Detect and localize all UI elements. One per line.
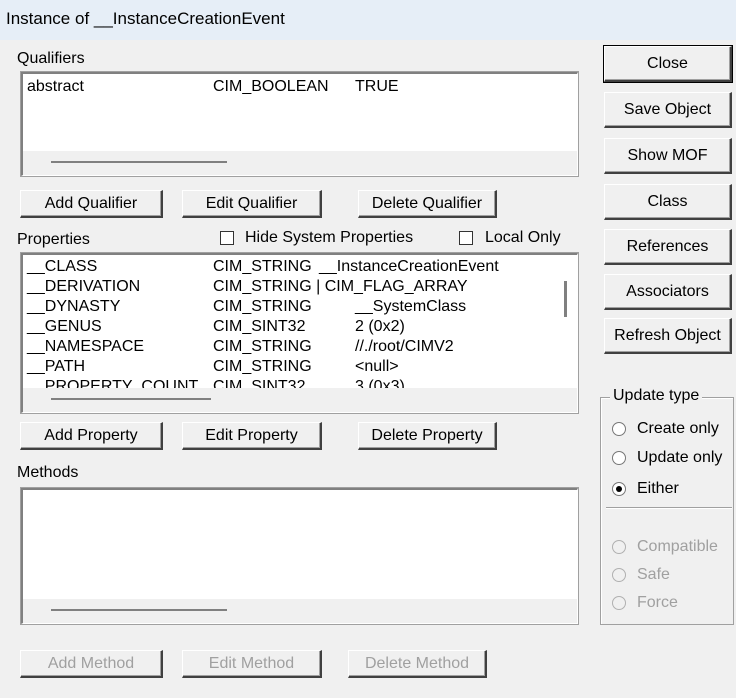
title-bar: Instance of __InstanceCreationEvent: [0, 0, 736, 40]
methods-label: Methods: [17, 464, 79, 481]
properties-hscrollbar[interactable]: [23, 388, 577, 412]
scrollbar-thumb[interactable]: [51, 398, 211, 400]
property-value: //./root/CIMV2: [355, 338, 454, 355]
edit-qualifier-button[interactable]: Edit Qualifier: [182, 190, 322, 218]
class-button[interactable]: Class: [604, 184, 732, 220]
edit-property-button[interactable]: Edit Property: [182, 422, 322, 450]
associators-button[interactable]: Associators: [604, 274, 732, 310]
close-button[interactable]: Close: [603, 45, 733, 83]
properties-list[interactable]: __CLASS CIM_STRING __InstanceCreationEve…: [20, 252, 579, 414]
property-name: __DERIVATION: [27, 278, 141, 295]
create-only-label: Create only: [637, 420, 719, 437]
property-type: CIM_STRING | CIM_FLAG_ARRAY: [213, 278, 468, 295]
properties-label: Properties: [17, 231, 90, 248]
property-name: __NAMESPACE: [27, 338, 145, 355]
property-value: __SystemClass: [355, 298, 467, 315]
update-type-label: Update type: [610, 387, 703, 405]
property-type: CIM_STRING: [213, 298, 312, 315]
show-mof-button[interactable]: Show MOF: [604, 138, 732, 174]
methods-hscrollbar[interactable]: [23, 599, 577, 623]
property-value: 2 (0x2): [355, 318, 405, 335]
update-type-divider: [606, 507, 732, 509]
safe-label: Safe: [637, 566, 670, 583]
property-value: __InstanceCreationEvent: [319, 258, 499, 275]
scrollbar-thumb[interactable]: [51, 609, 227, 611]
property-value: <null>: [355, 358, 399, 375]
property-type: CIM_STRING: [213, 358, 312, 375]
property-row[interactable]: __CLASS CIM_STRING __InstanceCreationEve…: [27, 258, 567, 278]
property-row[interactable]: __DERIVATION CIM_STRING | CIM_FLAG_ARRAY: [27, 278, 567, 298]
either-radio[interactable]: [612, 482, 626, 496]
property-row[interactable]: __GENUS CIM_SINT32 2 (0x2): [27, 318, 567, 338]
safe-radio[interactable]: [612, 568, 626, 582]
window-title: Instance of __InstanceCreationEvent: [6, 9, 285, 28]
property-type: CIM_SINT32: [213, 318, 306, 335]
save-object-button[interactable]: Save Object: [604, 92, 732, 128]
refresh-object-button[interactable]: Refresh Object: [604, 318, 732, 354]
qualifiers-list[interactable]: abstract CIM_BOOLEAN TRUE: [20, 71, 579, 177]
delete-property-button[interactable]: Delete Property: [358, 422, 497, 450]
property-name: __CLASS: [27, 258, 98, 275]
qualifiers-hscrollbar[interactable]: [23, 151, 577, 175]
force-radio[interactable]: [612, 596, 626, 610]
qualifiers-label: Qualifiers: [17, 50, 85, 67]
update-only-label: Update only: [637, 449, 723, 466]
qualifier-value: TRUE: [355, 78, 399, 95]
hide-system-properties-checkbox[interactable]: [220, 231, 234, 245]
qualifier-row[interactable]: abstract CIM_BOOLEAN TRUE: [27, 78, 567, 98]
delete-method-button[interactable]: Delete Method: [348, 650, 487, 678]
add-method-button[interactable]: Add Method: [20, 650, 163, 678]
local-only-label: Local Only: [485, 229, 561, 246]
edit-method-button[interactable]: Edit Method: [182, 650, 322, 678]
compatible-radio[interactable]: [612, 540, 626, 554]
add-qualifier-button[interactable]: Add Qualifier: [20, 190, 163, 218]
qualifier-type: CIM_BOOLEAN: [213, 78, 329, 95]
delete-qualifier-button[interactable]: Delete Qualifier: [358, 190, 497, 218]
local-only-checkbox[interactable]: [459, 231, 473, 245]
hide-system-properties-label: Hide System Properties: [245, 229, 414, 246]
property-type: CIM_STRING: [213, 258, 312, 275]
scrollbar-thumb[interactable]: [51, 161, 227, 163]
force-label: Force: [637, 594, 678, 611]
qualifier-name: abstract: [27, 78, 84, 95]
update-only-radio[interactable]: [612, 451, 626, 465]
property-name: __PATH: [27, 358, 86, 375]
methods-list[interactable]: [20, 487, 579, 625]
either-label: Either: [637, 480, 679, 497]
property-name: __DYNASTY: [27, 298, 121, 315]
property-row[interactable]: __DYNASTY CIM_STRING __SystemClass: [27, 298, 567, 318]
compatible-label: Compatible: [637, 538, 718, 555]
references-button[interactable]: References: [604, 229, 732, 265]
property-name: __GENUS: [27, 318, 102, 335]
property-row[interactable]: __NAMESPACE CIM_STRING //./root/CIMV2: [27, 338, 567, 358]
create-only-radio[interactable]: [612, 422, 626, 436]
add-property-button[interactable]: Add Property: [20, 422, 163, 450]
properties-vscrollbar-thumb[interactable]: [564, 281, 567, 317]
property-type: CIM_STRING: [213, 338, 312, 355]
property-row[interactable]: __PATH CIM_STRING <null>: [27, 358, 567, 378]
